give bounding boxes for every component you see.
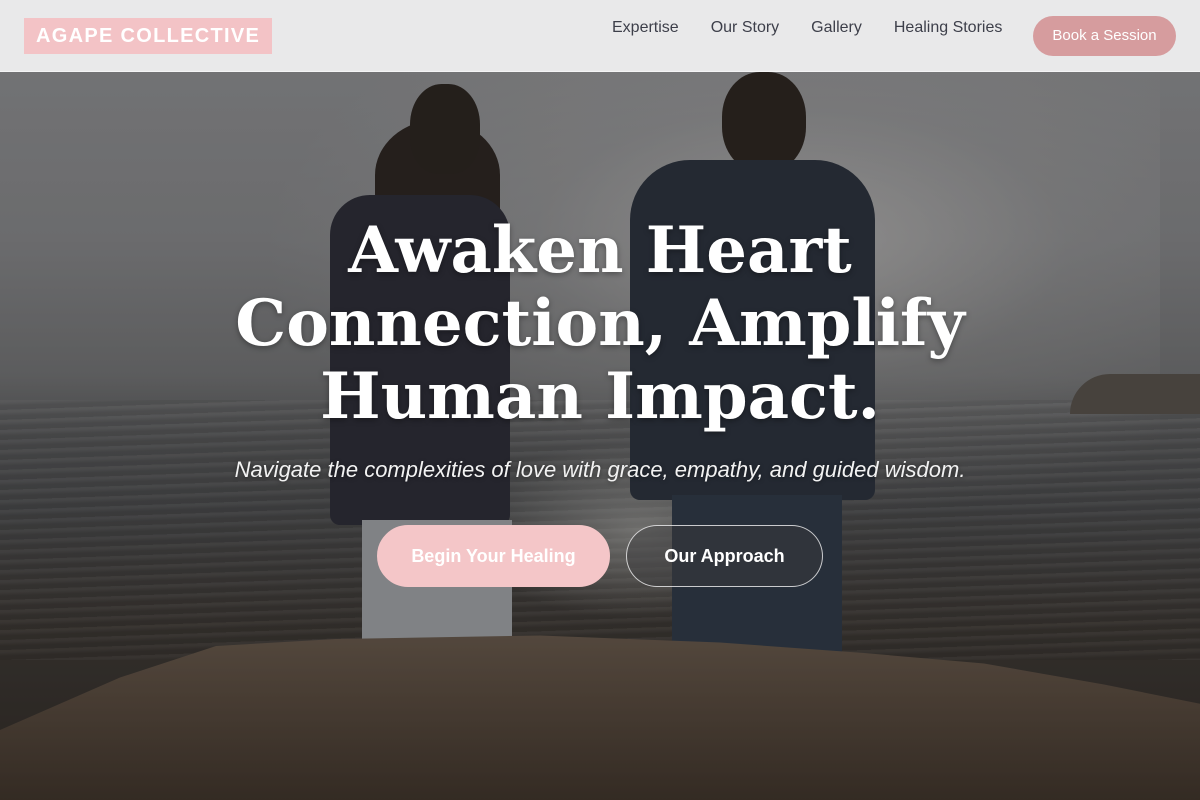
site-header: AGAPE COLLECTIVE Expertise Our Story Gal… [0, 0, 1200, 72]
book-session-button[interactable]: Book a Session [1033, 16, 1176, 56]
our-approach-button[interactable]: Our Approach [626, 525, 823, 587]
hero-headline-line-1: Awaken Heart [348, 213, 852, 288]
site-logo[interactable]: AGAPE COLLECTIVE [24, 18, 273, 54]
hero-headline-line-3: Human Impact. [320, 359, 880, 434]
hero-headline-line-2: Connection, Amplify [235, 286, 965, 361]
hero-headline: Awaken Heart Connection, Amplify Human I… [200, 214, 1000, 433]
nav-link-our-story[interactable]: Our Story [711, 18, 779, 38]
main-nav: Expertise Our Story Gallery Healing Stor… [612, 18, 1034, 38]
nav-link-healing-stories[interactable]: Healing Stories [894, 18, 1003, 38]
begin-healing-button[interactable]: Begin Your Healing [377, 525, 610, 587]
nav-link-expertise[interactable]: Expertise [612, 18, 679, 38]
nav-link-gallery[interactable]: Gallery [811, 18, 862, 38]
hero-subtitle: Navigate the complexities of love with g… [234, 457, 966, 482]
